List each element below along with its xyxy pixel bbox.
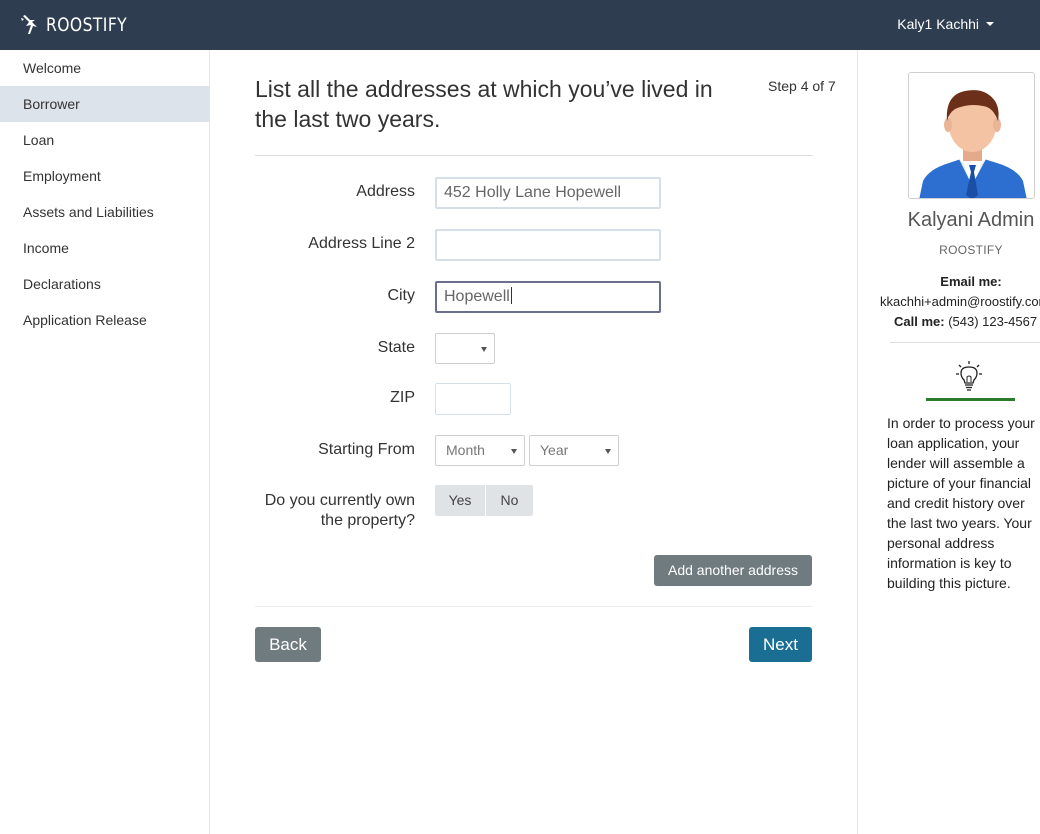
address-line-2-label: Address Line 2 — [308, 235, 415, 252]
sidebar-item-assets-liabilities[interactable]: Assets and Liabilities — [0, 194, 209, 230]
sidebar: Welcome Borrower Loan Employment Assets … — [0, 50, 210, 834]
tip-text: In order to process your loan applicatio… — [887, 415, 1035, 591]
yes-button[interactable]: Yes — [435, 485, 486, 516]
agent-company: ROOSTIFY — [939, 243, 1003, 257]
top-navbar: ROOSTIFY Kaly1 Kachhi — [0, 0, 1040, 50]
year-value: Year — [540, 442, 569, 458]
own-property-toggle: Yes No — [435, 485, 533, 516]
sidebar-item-loan[interactable]: Loan — [0, 122, 209, 158]
page-title: List all the addresses at which you’ve l… — [255, 76, 713, 132]
sidebar-item-declarations[interactable]: Declarations — [0, 266, 209, 302]
city-label: City — [387, 287, 415, 304]
sidebar-item-welcome[interactable]: Welcome — [0, 50, 209, 86]
address-label: Address — [356, 183, 415, 200]
divider — [255, 606, 813, 607]
month-value: Month — [446, 442, 485, 458]
call-line: Call me: (543) 123-4567 — [894, 314, 1037, 329]
call-label: Call me: — [894, 314, 945, 329]
text-cursor — [510, 287, 512, 304]
agent-avatar-icon — [919, 90, 1027, 198]
chevron-down-icon — [986, 22, 994, 26]
user-menu[interactable]: Kaly1 Kachhi — [897, 16, 994, 32]
no-button[interactable]: No — [486, 485, 533, 516]
address-line-2-input[interactable] — [435, 229, 661, 261]
city-input[interactable]: Hopewell — [435, 281, 661, 313]
divider — [890, 342, 1040, 343]
main-content: List all the addresses at which you’ve l… — [210, 50, 857, 834]
zip-input[interactable] — [435, 383, 511, 415]
address-input[interactable]: 452 Holly Lane Hopewell — [435, 177, 661, 209]
add-another-address-button[interactable]: Add another address — [654, 555, 812, 586]
own-property-label-line-2: the property? — [320, 512, 415, 529]
avatar — [908, 72, 1035, 199]
year-select[interactable]: Year — [529, 435, 619, 466]
sidebar-item-employment[interactable]: Employment — [0, 158, 209, 194]
address-value: 452 Holly Lane Hopewell — [444, 184, 621, 201]
state-label: State — [377, 339, 415, 356]
sidebar-item-borrower[interactable]: Borrower — [0, 86, 209, 122]
rooster-logo-icon — [20, 14, 40, 36]
brand-logo[interactable]: ROOSTIFY — [20, 12, 145, 38]
dropdown-arrow-icon — [605, 449, 611, 454]
dropdown-arrow-icon — [511, 449, 517, 454]
sidebar-item-application-release[interactable]: Application Release — [0, 302, 209, 338]
agent-phone-link[interactable]: (543) 123-4567 — [948, 314, 1037, 329]
own-property-label: Do you currently own the property? — [265, 491, 415, 531]
dropdown-arrow-icon — [481, 347, 487, 352]
divider — [255, 155, 813, 156]
agent-email-link[interactable]: kkachhi+admin@roostify.com — [880, 294, 1040, 309]
agent-panel: Kalyani Admin ROOSTIFY Email me: kkachhi… — [857, 50, 1040, 834]
email-label: Email me: — [940, 274, 1002, 289]
step-indicator: Step 4 of 7 — [768, 78, 836, 94]
back-button[interactable]: Back — [255, 627, 321, 662]
user-name: Kaly1 Kachhi — [897, 16, 979, 32]
agent-name: Kalyani Admin — [907, 209, 1035, 231]
sidebar-item-income[interactable]: Income — [0, 230, 209, 266]
month-select[interactable]: Month — [435, 435, 525, 466]
own-property-label-line-1: Do you currently own — [264, 492, 415, 509]
next-button[interactable]: Next — [749, 627, 812, 662]
city-value: Hopewell — [444, 288, 510, 305]
state-select[interactable] — [435, 333, 495, 364]
lightbulb-icon — [956, 360, 982, 392]
accent-rule — [926, 398, 1015, 401]
brand-name: ROOSTIFY — [46, 14, 128, 36]
starting-from-label: Starting From — [318, 441, 415, 458]
zip-label: ZIP — [390, 389, 415, 406]
